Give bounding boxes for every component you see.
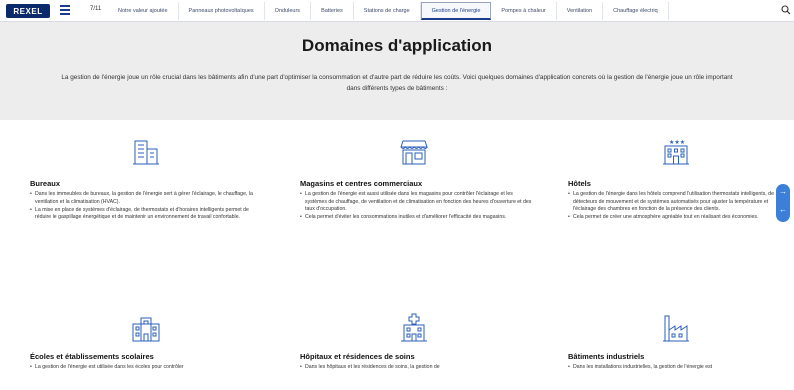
factory-icon: [663, 315, 689, 342]
tab-notre-valeur[interactable]: Notre valeur ajoutée: [108, 2, 179, 20]
office-building-icon: [133, 140, 159, 165]
page-counter: 7/11: [90, 6, 102, 12]
card-bullets: La gestion de l'énergie est aussi utilis…: [300, 191, 532, 222]
previous-arrow-icon[interactable]: ←: [776, 205, 790, 214]
bullet-item: Dans les immeubles de bureaux, la gestio…: [30, 191, 258, 206]
tab-pompes-a-chaleur[interactable]: Pompes à chaleur: [491, 2, 557, 20]
hospital-icon: [401, 313, 427, 342]
card-title: Hôtels: [568, 179, 591, 188]
tab-gestion-energie[interactable]: Gestion de l'énergie: [420, 2, 492, 20]
shop-icon: [400, 140, 428, 165]
bullet-item: Cela permet d'éviter les consommations i…: [300, 214, 532, 222]
card-title: Bureaux: [30, 179, 61, 188]
bullet-item: La gestion de l'énergie est utilisée dan…: [30, 364, 258, 372]
tab-batteries[interactable]: Batteries: [311, 2, 354, 20]
card-title: Magasins et centres commerciaux: [300, 179, 423, 188]
section-tabs: Notre valeur ajoutée Panneaux photovolta…: [108, 2, 669, 20]
top-navigation-bar: REXEL 7/11 Notre valeur ajoutée Panneaux…: [0, 0, 794, 22]
search-icon[interactable]: [781, 5, 791, 15]
card-bullets: Dans les installations industrielles, la…: [568, 364, 782, 372]
school-icon: [132, 317, 160, 342]
intro-text: La gestion de l'énergie joue un rôle cru…: [61, 74, 733, 92]
svg-text:★★★: ★★★: [669, 139, 685, 146]
bullet-item: Cela permet de créer une atmosphère agré…: [568, 214, 782, 222]
card-title: Hôpitaux et résidences de soins: [300, 352, 415, 361]
hero-section: Domaines d'application La gestion de l'é…: [0, 22, 794, 120]
hamburger-menu-icon[interactable]: [60, 5, 70, 15]
card-bullets: La gestion de l'énergie dans les hôtels …: [568, 191, 782, 222]
card-bullets: Dans les immeubles de bureaux, la gestio…: [30, 191, 258, 222]
side-navigation: → ←: [776, 184, 790, 222]
bullet-item: La gestion de l'énergie est aussi utilis…: [300, 191, 532, 214]
next-arrow-icon[interactable]: →: [776, 187, 790, 196]
page-title: Domaines d'application: [301, 36, 493, 55]
rexel-logo[interactable]: REXEL: [6, 4, 50, 18]
hotel-icon: ★★★: [663, 139, 689, 165]
card-title: Écoles et établissements scolaires: [30, 352, 154, 361]
bullet-item: Dans les hôpitaux et les résidences de s…: [300, 364, 532, 372]
tab-chauffage[interactable]: Chauffage électriq: [603, 2, 669, 20]
tab-onduleurs[interactable]: Onduleurs: [265, 2, 312, 20]
bullet-item: La mise en place de systèmes d'éclairage…: [30, 207, 258, 222]
bullet-item: La gestion de l'énergie dans les hôtels …: [568, 191, 782, 214]
card-bullets: Dans les hôpitaux et les résidences de s…: [300, 364, 532, 372]
bullet-item: Dans les installations industrielles, la…: [568, 364, 782, 372]
tab-stations-de-charge[interactable]: Stations de charge: [354, 2, 421, 20]
card-bullets: La gestion de l'énergie est utilisée dan…: [30, 364, 258, 372]
card-title: Bâtiments industriels: [568, 352, 645, 361]
tab-panneaux[interactable]: Panneaux photovoltaïques: [179, 2, 265, 20]
tab-ventilation[interactable]: Ventilation: [557, 2, 604, 20]
